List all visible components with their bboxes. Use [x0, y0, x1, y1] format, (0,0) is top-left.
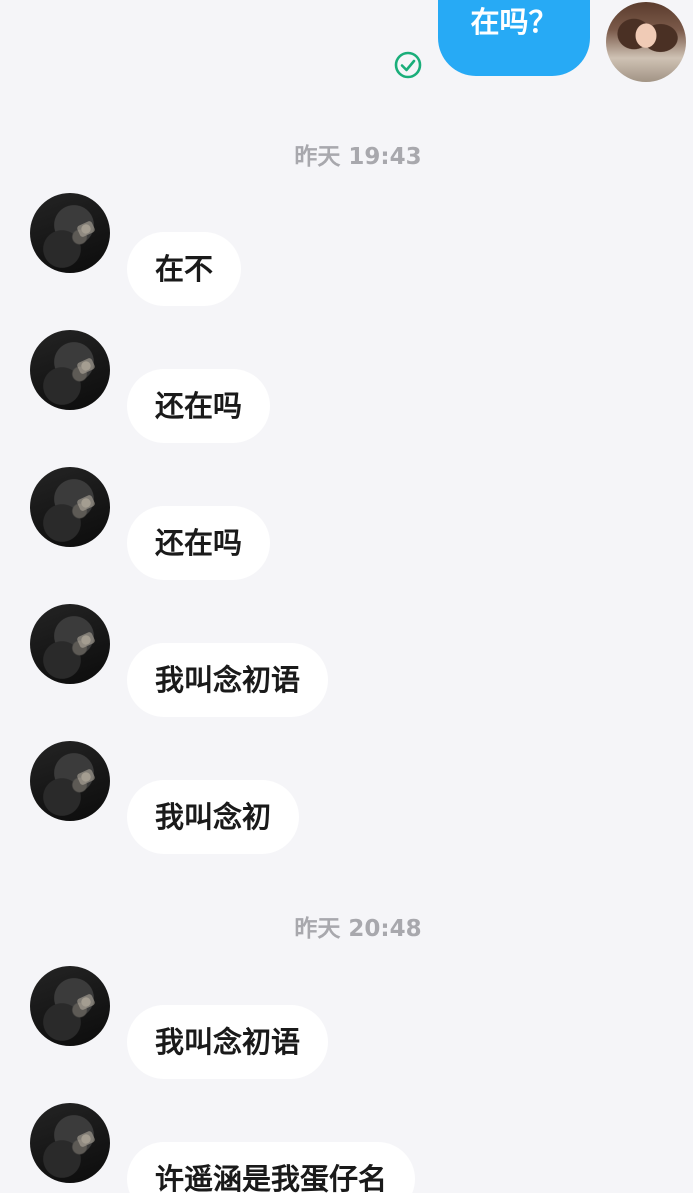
message-text: 我叫念初语 [155, 1025, 301, 1059]
self-message-bubble[interactable]: 在吗？ [438, 0, 590, 76]
message-bubble[interactable]: 还在吗 [127, 506, 271, 580]
chat-message-list[interactable]: 在吗？ 昨天 19:43 在不 还在吗 还在吗 我叫念初语 我叫念初 昨天 20… [0, 0, 693, 1193]
contact-avatar[interactable] [30, 330, 110, 410]
message-bubble[interactable]: 在不 [127, 232, 242, 306]
contact-avatar[interactable] [30, 604, 110, 684]
contact-avatar[interactable] [30, 741, 110, 821]
message-text: 我叫念初 [155, 800, 272, 834]
contact-avatar[interactable] [30, 966, 110, 1046]
message-text: 还在吗 [155, 526, 243, 560]
message-text: 我叫念初语 [155, 663, 301, 697]
timestamp-separator: 昨天 19:43 [294, 144, 422, 170]
message-text: 还在吗 [155, 389, 243, 423]
self-message-text: 在吗？ [470, 5, 558, 39]
contact-avatar[interactable] [30, 1103, 110, 1183]
message-bubble[interactable]: 许遥涵是我蛋仔名 [127, 1142, 416, 1193]
message-bubble[interactable]: 我叫念初语 [127, 643, 329, 717]
message-text: 许遥涵是我蛋仔名 [155, 1162, 388, 1193]
contact-avatar[interactable] [30, 193, 110, 273]
message-bubble[interactable]: 还在吗 [127, 369, 271, 443]
contact-avatar[interactable] [30, 467, 110, 547]
message-bubble[interactable]: 我叫念初 [127, 780, 300, 854]
timestamp-separator: 昨天 20:48 [294, 916, 422, 942]
message-text: 在不 [155, 252, 214, 286]
message-bubble[interactable]: 我叫念初语 [127, 1005, 329, 1079]
check-circle-icon [394, 51, 422, 79]
self-avatar[interactable] [606, 2, 686, 82]
